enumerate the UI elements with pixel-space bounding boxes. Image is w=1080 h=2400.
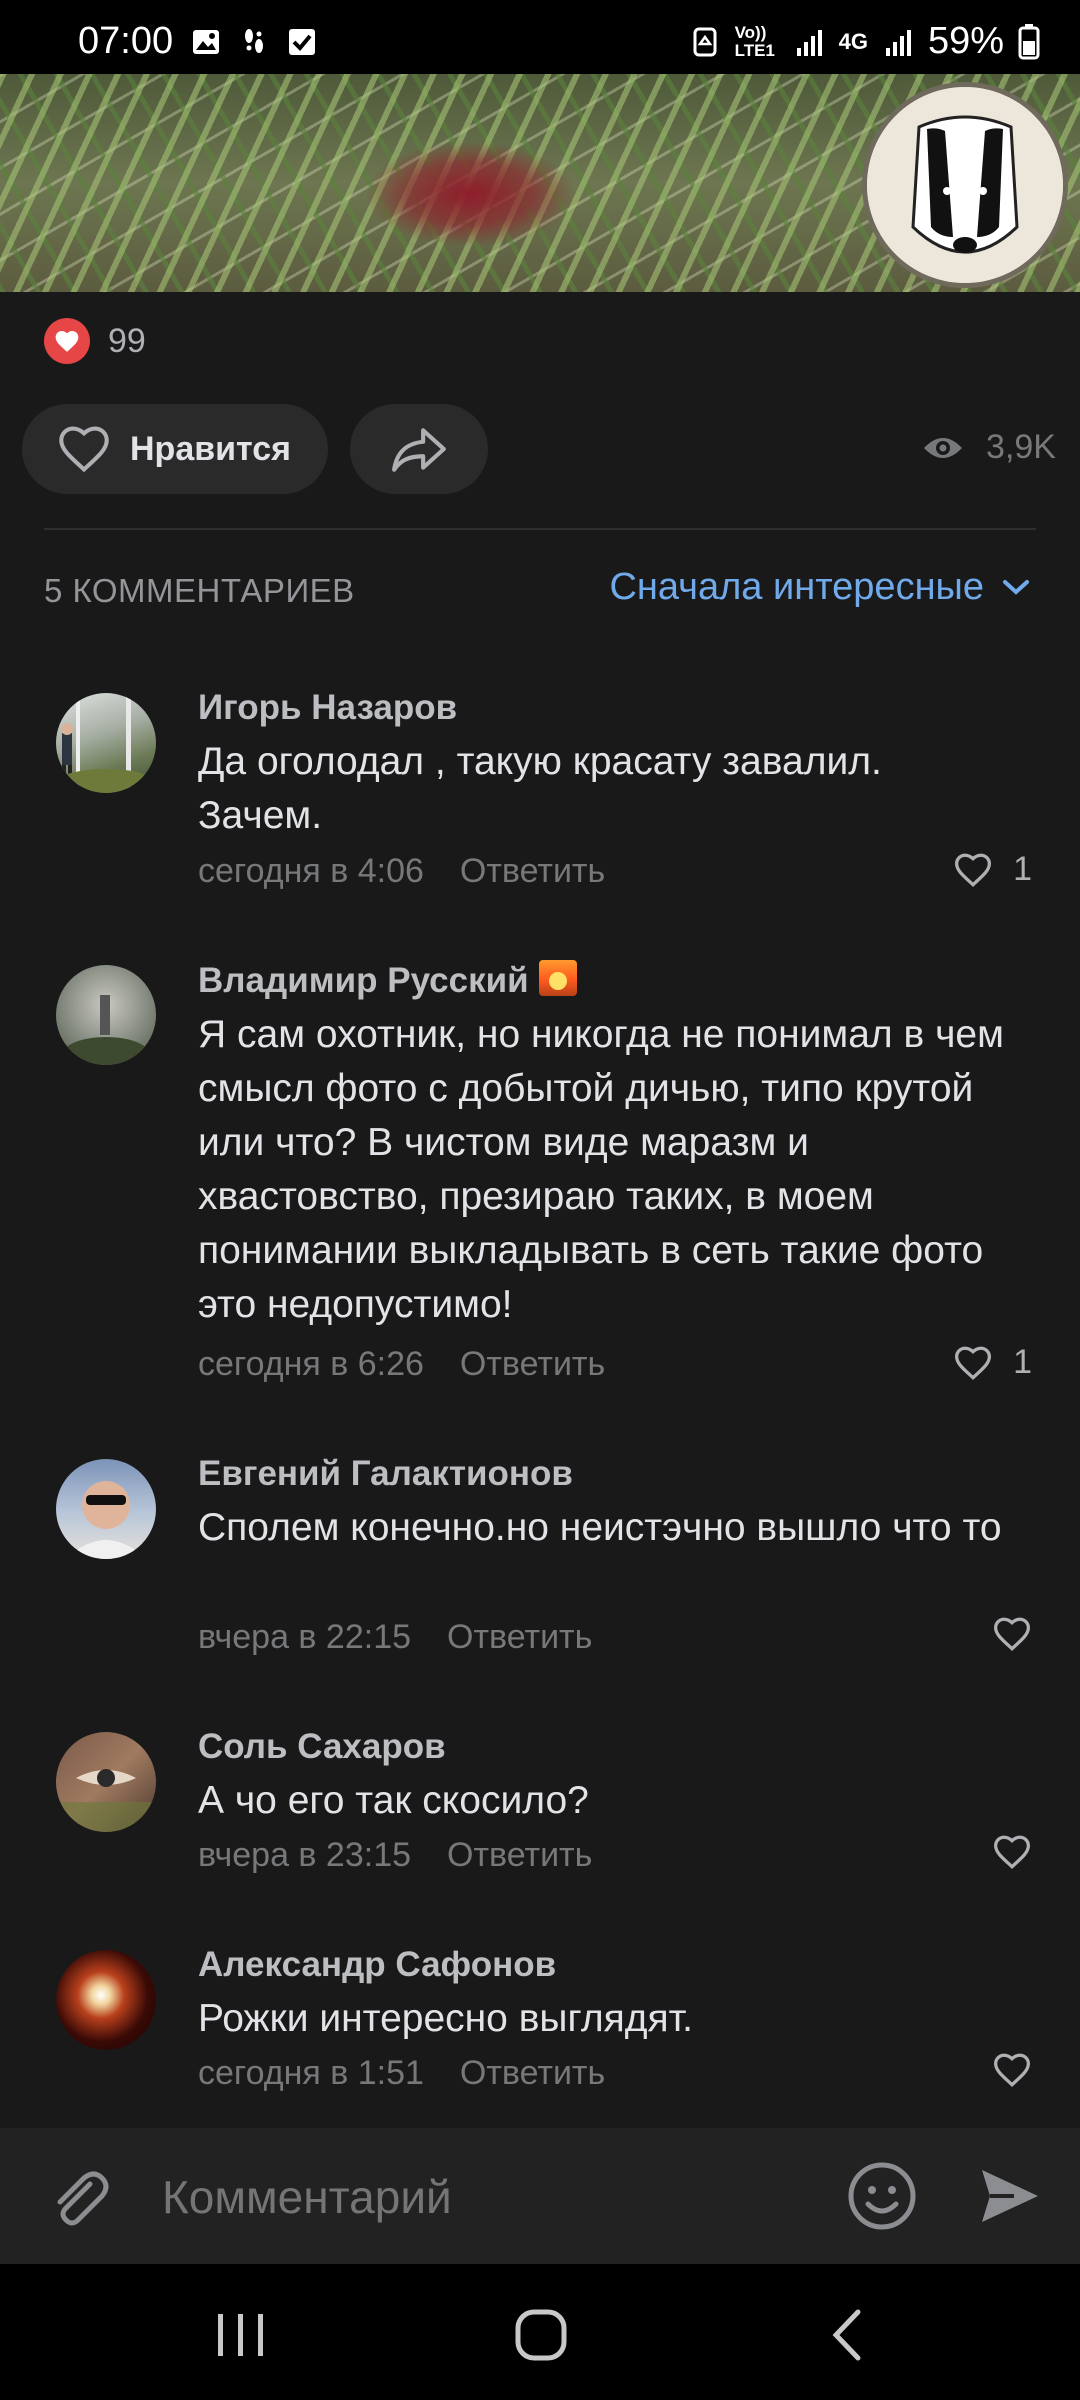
- comment-time: вчера в 22:15: [198, 1618, 412, 1656]
- likes-summary[interactable]: 99: [44, 318, 146, 364]
- heart-icon: [993, 2053, 1031, 2087]
- views-count: 3,9K: [986, 428, 1056, 466]
- share-button[interactable]: [350, 404, 488, 494]
- like-button[interactable]: Нравится: [22, 404, 328, 494]
- avatar[interactable]: [56, 1732, 156, 1832]
- attach-icon[interactable]: [44, 2164, 114, 2234]
- back-icon[interactable]: [826, 2308, 866, 2362]
- avatar[interactable]: [56, 693, 156, 793]
- reply-button[interactable]: Ответить: [460, 1345, 605, 1384]
- post-image[interactable]: [0, 74, 1080, 292]
- comment-author[interactable]: Владимир Русский: [198, 960, 577, 1001]
- signal-icon: [796, 29, 822, 56]
- comments-count: 5 КОММЕНТАРИЕВ: [44, 572, 355, 609]
- share-icon: [392, 428, 446, 472]
- comment-text: Сполем конечно.но неистэчно вышло что то: [198, 1506, 1002, 1549]
- likes-count: 99: [108, 321, 146, 360]
- avatar[interactable]: [56, 1950, 156, 2050]
- sunset-emoji-icon: [538, 960, 577, 996]
- comment-like-button[interactable]: 1: [953, 850, 1032, 889]
- comment-author[interactable]: Александр Сафонов: [198, 1945, 556, 1985]
- reply-button[interactable]: Ответить: [447, 1618, 592, 1657]
- heart-icon: [59, 426, 109, 473]
- comment-text: Рожки интересно выглядят.: [198, 1997, 693, 2040]
- comment-likes-count: 1: [1013, 850, 1032, 888]
- comment-meta: сегодня в 4:06 Ответить: [198, 852, 605, 891]
- comment-meta: вчера в 22:15 Ответить: [198, 1618, 592, 1657]
- heart-icon: [955, 1346, 992, 1380]
- battery-level: 59%: [927, 20, 1004, 62]
- divider: [44, 528, 1036, 530]
- views-counter: 3,9K: [922, 428, 1056, 467]
- heart-badge-icon: [44, 318, 90, 364]
- avatar[interactable]: [56, 1459, 156, 1559]
- avatar[interactable]: [56, 965, 156, 1065]
- steps-icon: [245, 29, 263, 53]
- battery-icon: [1018, 23, 1040, 59]
- comment-time: сегодня в 6:26: [198, 1345, 424, 1383]
- comment-like-button[interactable]: [992, 1834, 1032, 1870]
- comment-text: Я сам охотник, но никогда не понимал в ч…: [198, 1013, 1004, 1326]
- badger-logo: [862, 82, 1068, 288]
- comment-composer: [0, 2128, 1080, 2264]
- comment-likes-count: 1: [1013, 1343, 1032, 1381]
- signal-icon: [885, 29, 911, 56]
- emoji-icon[interactable]: [846, 2160, 918, 2232]
- gallery-icon: [193, 30, 219, 54]
- status-time: 07:00: [78, 20, 174, 62]
- comment-author-name: Владимир Русский: [198, 961, 529, 1000]
- comment-meta: вчера в 23:15 Ответить: [198, 1836, 592, 1875]
- system-nav-bar: [0, 2264, 1080, 2400]
- network-type: 4G: [838, 28, 868, 54]
- heart-icon: [993, 1617, 1031, 1651]
- comment-like-button[interactable]: 1: [953, 1343, 1032, 1382]
- comment-meta: сегодня в 6:26 Ответить: [198, 1345, 605, 1384]
- reply-button[interactable]: Ответить: [460, 852, 605, 891]
- comment-author[interactable]: Соль Сахаров: [198, 1727, 446, 1767]
- comment-author[interactable]: Игорь Назаров: [198, 688, 457, 728]
- comment-time: сегодня в 4:06: [198, 852, 424, 890]
- comment-text: А чо его так скосило?: [198, 1779, 589, 1822]
- status-bar: 07:00 Vo)) LTE1 4G 59%: [0, 0, 1080, 74]
- heart-icon: [993, 1835, 1031, 1869]
- heart-icon: [955, 853, 992, 887]
- comment-time: вчера в 23:15: [198, 1836, 412, 1874]
- home-icon[interactable]: [514, 2308, 568, 2362]
- comment-input[interactable]: [160, 2168, 784, 2226]
- recycle-icon: [693, 27, 717, 56]
- comment-time: сегодня в 1:51: [198, 2054, 424, 2092]
- comment-meta: сегодня в 1:51 Ответить: [198, 2054, 605, 2093]
- chevron-down-icon: [1003, 579, 1029, 595]
- reply-button[interactable]: Ответить: [447, 1836, 592, 1875]
- comment-author[interactable]: Евгений Галактионов: [198, 1454, 573, 1494]
- send-icon[interactable]: [978, 2164, 1042, 2228]
- comment-text: Да оголодал , такую красату завалил. Зач…: [198, 740, 882, 837]
- reply-button[interactable]: Ответить: [460, 2054, 605, 2093]
- comment-like-button[interactable]: [992, 1616, 1032, 1652]
- checkbox-icon: [289, 29, 315, 55]
- recent-apps-icon[interactable]: [214, 2310, 268, 2360]
- eye-icon: [924, 437, 963, 458]
- sort-dropdown[interactable]: Сначала интересные: [609, 566, 1030, 609]
- sort-label: Сначала интересные: [609, 566, 984, 608]
- like-button-label: Нравится: [130, 429, 291, 468]
- comment-like-button[interactable]: [992, 2052, 1032, 2088]
- network-label: Vo)) LTE1: [734, 22, 775, 60]
